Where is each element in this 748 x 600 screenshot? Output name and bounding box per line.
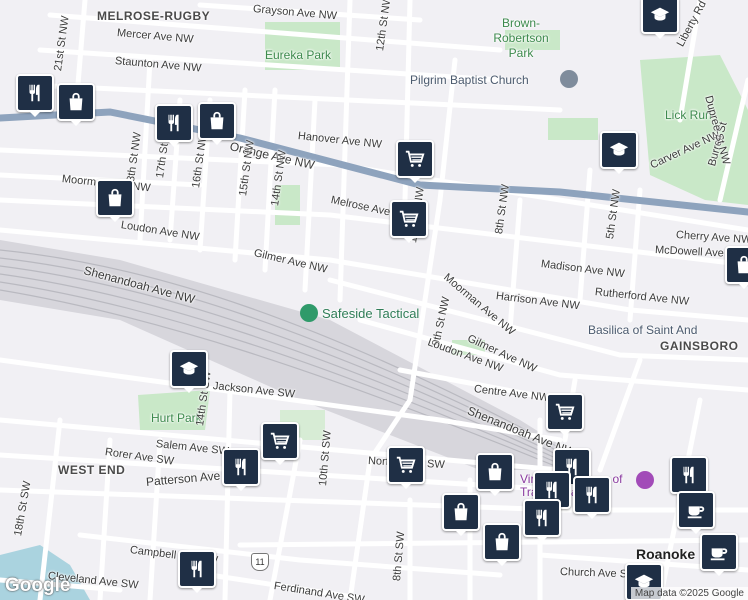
church-label[interactable]: Pilgrim Baptist Church [410,73,529,87]
shopping-icon [488,462,502,481]
shopping-marker[interactable] [725,246,748,289]
school-icon [609,142,629,156]
tactical-label[interactable]: Safeside Tactical [322,306,419,321]
map-canvas[interactable]: MELROSE-RUGBY WEST END GAINSBORO Eureka … [0,0,748,600]
city-label: Roanoke [636,546,696,562]
cafe-icon [687,506,705,519]
shopping-marker[interactable] [198,102,236,145]
neighborhood-label: GAINSBORO [660,339,739,353]
church-icon[interactable] [560,70,578,88]
shopping-marker[interactable] [442,493,480,536]
grocery-marker[interactable] [261,422,299,465]
shopping-icon [210,111,224,130]
restaurant-icon [168,114,179,132]
grocery-icon [270,432,290,449]
store-location-icon[interactable] [300,304,318,322]
grocery-icon [396,456,416,473]
grocery-marker[interactable] [390,200,428,243]
restaurant-icon [546,481,557,499]
park-label: Brown-Robertson Park [493,16,549,60]
shopping-marker[interactable] [483,523,521,566]
cafe-marker[interactable] [700,533,738,576]
shopping-marker[interactable] [96,179,134,222]
restaurant-icon [29,84,40,102]
restaurant-marker[interactable] [670,456,708,499]
school-icon [179,361,199,375]
school-marker[interactable] [641,0,679,39]
school-marker[interactable] [170,350,208,393]
restaurant-icon [586,486,597,504]
restaurant-marker[interactable] [155,104,193,147]
us-11-highway-shield: 11 [251,553,269,571]
cafe-icon [710,548,728,561]
grocery-icon [399,210,419,227]
restaurant-icon [191,560,202,578]
grocery-marker[interactable] [546,393,584,436]
school-marker[interactable] [600,131,638,174]
school-icon [650,7,670,21]
basilica-label[interactable]: Basilica of Saint And [588,323,697,337]
museum-icon[interactable] [636,471,654,489]
shopping-marker[interactable] [57,83,95,126]
cafe-marker[interactable] [677,491,715,534]
grocery-icon [405,150,425,167]
restaurant-marker[interactable] [222,448,260,491]
shopping-icon [737,255,748,274]
map-attribution[interactable]: Map data ©2025 Google [630,587,748,600]
restaurant-icon [235,458,246,476]
restaurant-marker[interactable] [16,74,54,117]
park-label: Eureka Park [265,48,332,62]
shopping-icon [495,532,509,551]
restaurant-icon [683,466,694,484]
grocery-marker[interactable] [387,446,425,489]
grocery-marker[interactable] [396,140,434,183]
neighborhood-label: MELROSE-RUGBY [97,9,211,23]
restaurant-icon [536,509,547,527]
neighborhood-label: WEST END [58,463,126,477]
restaurant-marker[interactable] [573,476,611,519]
restaurant-marker[interactable] [178,550,216,593]
shopping-icon [454,502,468,521]
shopping-marker[interactable] [476,453,514,496]
shopping-icon [108,188,122,207]
google-logo: Google [5,575,71,596]
restaurant-marker[interactable] [523,499,561,542]
grocery-icon [555,403,575,420]
shopping-icon [69,92,83,111]
